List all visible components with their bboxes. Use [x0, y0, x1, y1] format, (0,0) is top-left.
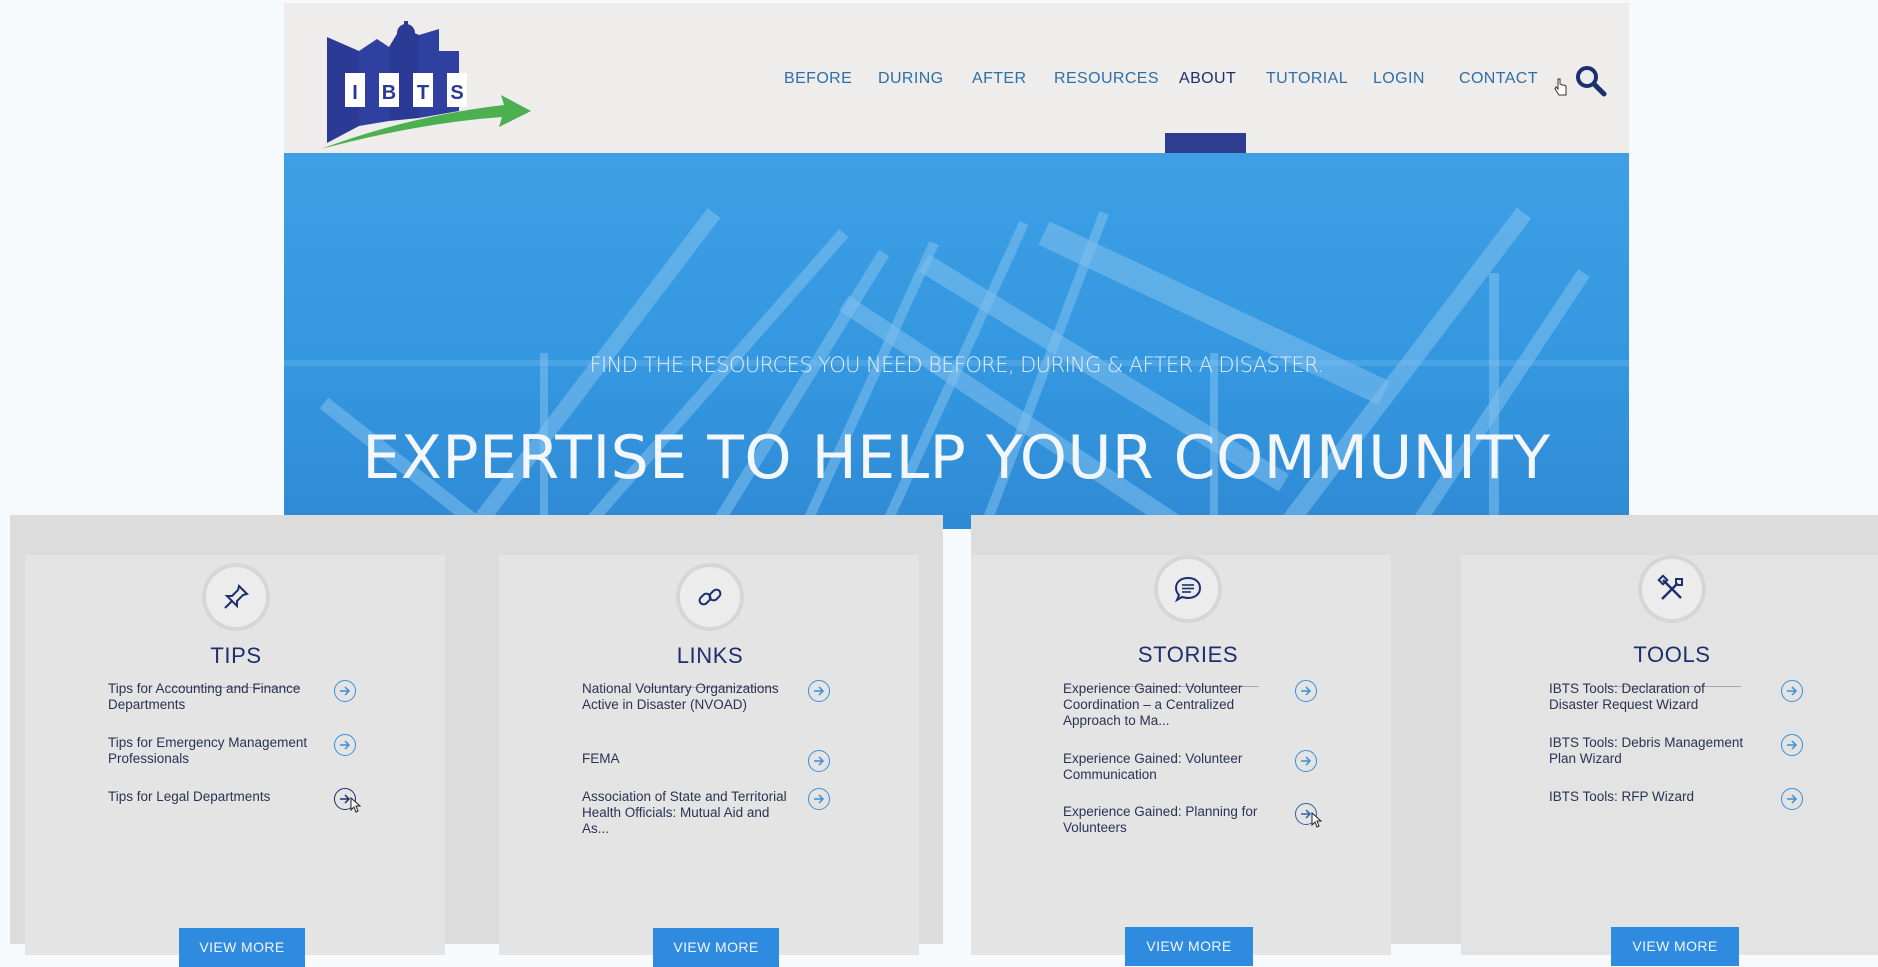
- arrow-right-icon[interactable]: [1781, 734, 1803, 756]
- nav-login[interactable]: LOGIN: [1373, 70, 1425, 88]
- nav-tutorial[interactable]: TUTORIAL: [1266, 70, 1348, 88]
- links-item-3[interactable]: Association of State and Territorial Hea…: [582, 789, 787, 837]
- arrow-right-icon[interactable]: [808, 680, 830, 702]
- hero-banner: FIND THE RESOURCES YOU NEED BEFORE, DURI…: [284, 153, 1629, 529]
- tips-item-3[interactable]: Tips for Legal Departments: [108, 789, 313, 805]
- hero-title: EXPERTISE TO HELP YOUR COMMUNITY: [362, 423, 1551, 493]
- active-nav-indicator: [1165, 133, 1246, 153]
- pushpin-icon: [206, 567, 266, 627]
- tips-view-more-button[interactable]: VIEW MORE: [179, 928, 305, 967]
- nav-during[interactable]: DURING: [878, 70, 944, 88]
- tools-item-2[interactable]: IBTS Tools: Debris Management Plan Wizar…: [1549, 735, 1754, 767]
- main-nav: BEFORE DURING AFTER RESOURCES ABOUT TUTO…: [284, 70, 1629, 100]
- arrow-right-icon[interactable]: [1295, 680, 1317, 702]
- list-item[interactable]: IBTS Tools: RFP Wizard: [1549, 788, 1849, 829]
- arrow-right-icon[interactable]: [334, 680, 356, 702]
- list-item[interactable]: Tips for Legal Departments: [108, 788, 408, 829]
- arrow-right-icon[interactable]: [808, 750, 830, 772]
- links-item-2[interactable]: FEMA: [582, 751, 787, 767]
- list-item[interactable]: Experience Gained: Volunteer Communicati…: [1063, 750, 1363, 791]
- list-item[interactable]: National Voluntary Organizations Active …: [582, 680, 882, 721]
- hand-cursor-icon: [1554, 78, 1567, 96]
- card-title-links: LINKS: [676, 643, 744, 668]
- list-item[interactable]: IBTS Tools: Debris Management Plan Wizar…: [1549, 734, 1849, 775]
- card-stories: STORIES Experience Gained: Volunteer Coo…: [971, 555, 1391, 966]
- list-item[interactable]: Experience Gained: Planning for Voluntee…: [1063, 803, 1363, 844]
- card-title-tools: TOOLS: [1633, 642, 1711, 667]
- card-links: LINKS National Voluntary Organizations A…: [499, 555, 919, 967]
- stories-item-2[interactable]: Experience Gained: Volunteer Communicati…: [1063, 751, 1268, 783]
- list-item[interactable]: Experience Gained: Volunteer Coordinatio…: [1063, 680, 1363, 728]
- list-item[interactable]: Tips for Accounting and Finance Departme…: [108, 680, 408, 721]
- tools-icon: [1642, 559, 1702, 619]
- site-header: I B T S BEFORE DURING AFTER RESOURCES AB…: [284, 3, 1629, 153]
- search-icon[interactable]: [1574, 64, 1608, 98]
- card-tools: TOOLS IBTS Tools: Declaration of Disaste…: [1461, 555, 1878, 966]
- arrow-right-icon[interactable]: [808, 788, 830, 810]
- speech-bubble-icon: [1158, 559, 1218, 619]
- link-icon: [680, 567, 740, 627]
- arrow-right-icon[interactable]: [334, 734, 356, 756]
- card-tips: TIPS Tips for Accounting and Finance Dep…: [25, 555, 445, 967]
- stories-item-1[interactable]: Experience Gained: Volunteer Coordinatio…: [1063, 681, 1268, 729]
- nav-after[interactable]: AFTER: [972, 70, 1026, 88]
- website-frame: I B T S BEFORE DURING AFTER RESOURCES AB…: [284, 3, 1629, 529]
- nav-about[interactable]: ABOUT: [1179, 70, 1236, 88]
- list-item[interactable]: FEMA: [582, 750, 882, 791]
- tools-item-1[interactable]: IBTS Tools: Declaration of Disaster Requ…: [1549, 681, 1754, 713]
- stories-view-more-button[interactable]: VIEW MORE: [1125, 927, 1253, 966]
- nav-resources[interactable]: RESOURCES: [1054, 70, 1159, 88]
- tips-item-2[interactable]: Tips for Emergency Management Profession…: [108, 735, 313, 767]
- list-item[interactable]: Association of State and Territorial Hea…: [582, 788, 882, 836]
- tips-item-1[interactable]: Tips for Accounting and Finance Departme…: [108, 681, 313, 713]
- pointer-cursor-icon: [1311, 812, 1323, 828]
- links-view-more-button[interactable]: VIEW MORE: [653, 928, 779, 967]
- tools-view-more-button[interactable]: VIEW MORE: [1611, 927, 1739, 966]
- nav-contact[interactable]: CONTACT: [1459, 70, 1538, 88]
- arrow-right-icon[interactable]: [1781, 788, 1803, 810]
- stories-item-3[interactable]: Experience Gained: Planning for Voluntee…: [1063, 804, 1268, 836]
- tools-item-3[interactable]: IBTS Tools: RFP Wizard: [1549, 789, 1754, 805]
- links-item-1[interactable]: National Voluntary Organizations Active …: [582, 681, 787, 713]
- arrow-right-icon[interactable]: [1295, 750, 1317, 772]
- hero-subtitle: FIND THE RESOURCES YOU NEED BEFORE, DURI…: [589, 353, 1324, 377]
- resource-panel-left: TIPS Tips for Accounting and Finance Dep…: [10, 515, 943, 967]
- list-item[interactable]: Tips for Emergency Management Profession…: [108, 734, 408, 775]
- resource-panel-right: STORIES Experience Gained: Volunteer Coo…: [971, 515, 1878, 966]
- arrow-right-icon[interactable]: [1781, 680, 1803, 702]
- list-item[interactable]: IBTS Tools: Declaration of Disaster Requ…: [1549, 680, 1849, 721]
- nav-before[interactable]: BEFORE: [784, 70, 852, 88]
- card-title-stories: STORIES: [1137, 642, 1239, 667]
- pointer-cursor-icon: [350, 797, 362, 813]
- card-title-tips: TIPS: [210, 643, 262, 668]
